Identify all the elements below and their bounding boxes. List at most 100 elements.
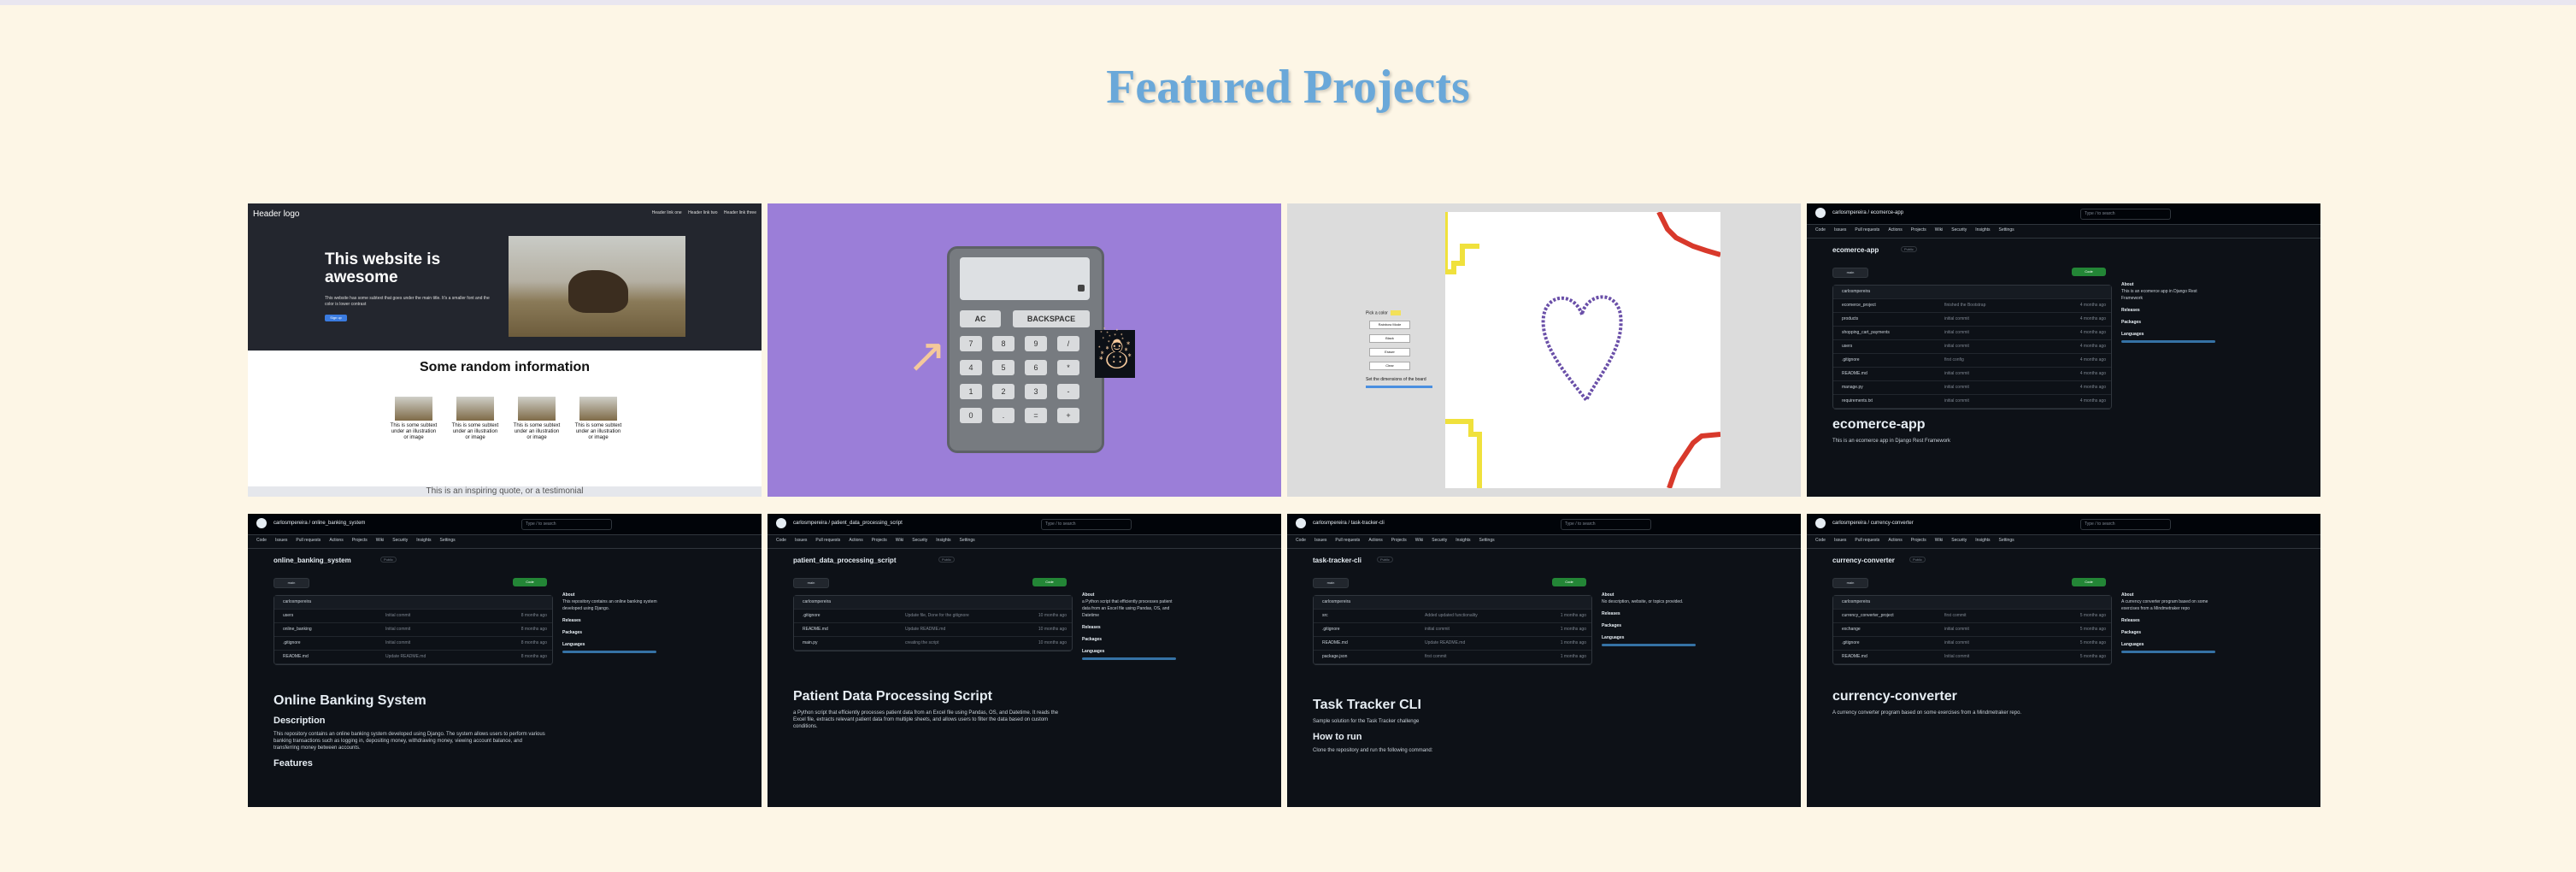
file-time: 4 months ago [2079, 385, 2106, 390]
file-time: 1 months ago [1560, 640, 1586, 645]
project-card-patient-data[interactable]: carlosmpereira / patient_data_processing… [768, 514, 1281, 807]
repo-name: currency-converter [1832, 557, 1895, 564]
branch-selector: main [1832, 578, 1868, 588]
breadcrumb-repo: currency-converter [1870, 521, 1914, 526]
file-time: 4 months ago [2079, 330, 2106, 335]
github-icon [1296, 518, 1306, 528]
project-card-ecomerce-app[interactable]: carlosmpereira / ecomerce-app Type / to … [1807, 203, 2320, 497]
tab-settings: Settings [1998, 538, 2014, 543]
breadcrumb: carlosmpereira / patient_data_processing… [793, 521, 903, 526]
file-name: README.md [1842, 654, 1867, 659]
drawing-canvas [1443, 210, 1721, 489]
project-card-calculator[interactable]: ↗ AC BACKSPACE 7 8 9 / 4 5 6 * 1 2 3 - 0… [768, 203, 1281, 497]
project-card-website[interactable]: Header logo Header link one Header link … [248, 203, 762, 497]
tab-divider [1287, 548, 1801, 549]
file-list: carlosmpereira src Added updated function… [1313, 595, 1592, 665]
file-row: ecomerce_project finished the Bootstrap 4 … [1833, 299, 2111, 313]
releases-heading: Releases [562, 618, 581, 623]
repo-tabs: Code Issues Pull requests Actions Projects Wi… [776, 538, 984, 543]
calc-key: 9 [1025, 336, 1047, 351]
github-icon[interactable]: ☃ [1095, 330, 1135, 378]
repo-tabs: Code Issues Pull requests Actions Projects Wi… [256, 538, 464, 543]
tab-pull-requests: Pull requests [1335, 538, 1361, 543]
file-time: 4 months ago [2079, 371, 2106, 376]
language-bar [2121, 340, 2215, 343]
breadcrumb-owner: carlosmpereira [1832, 521, 1867, 526]
file-time: 4 months ago [2079, 344, 2106, 349]
tab-settings: Settings [1998, 227, 2014, 233]
about-text: This is an ecomerce app in Django Rest F… [2121, 289, 2197, 301]
file-time: 8 months ago [520, 627, 547, 632]
language-bar [1602, 644, 1696, 646]
file-message: initial commit [1944, 371, 1969, 376]
readme-text: Sample solution for the Task Tracker cha… [1313, 719, 1420, 724]
tab-divider [1807, 548, 2320, 549]
file-time: 4 months ago [2079, 316, 2106, 321]
project-card-task-tracker[interactable]: carlosmpereira / task-tracker-cli Type /… [1287, 514, 1801, 807]
commit-author: carlosmpereira [1322, 599, 1351, 604]
readme-section: Task Tracker CLI Sample solution for the… [1313, 698, 1586, 754]
project-card-etch-a-sketch[interactable]: Pick a color Rainbow Mode Black Eraser C… [1287, 203, 1801, 497]
file-row: exchange initial commit 5 months ago [1833, 623, 2111, 637]
tab-projects: Projects [1910, 538, 1926, 543]
project-card-currency-converter[interactable]: carlosmpereira / currency-converter Type… [1807, 514, 2320, 807]
file-row: main.py creating the script 10 months ago [794, 637, 1072, 651]
tab-projects: Projects [351, 538, 368, 543]
yellow-stroke-top [1443, 212, 1479, 274]
breadcrumb-repo: ecomerce-app [1870, 210, 1904, 215]
file-name: README.md [1322, 640, 1348, 645]
file-list: carlosmpereira currency_converter_projec… [1832, 595, 2112, 665]
file-message: first config [1944, 357, 1964, 362]
info-caption: This is some subtext under an illustrati… [513, 423, 561, 440]
tab-projects: Projects [1391, 538, 1407, 543]
file-row: README.md Update README.md 1 months ago [1314, 637, 1591, 651]
header-link: Header link three [723, 210, 756, 215]
tab-wiki: Wiki [1934, 227, 1944, 233]
commit-header: carlosmpereira [1314, 596, 1591, 610]
tab-wiki: Wiki [895, 538, 904, 543]
file-name: users [283, 613, 294, 618]
project-card-online-banking[interactable]: carlosmpereira / online_banking_system T… [248, 514, 762, 807]
releases-heading: Releases [1082, 625, 1101, 630]
tab-issues: Issues [1314, 538, 1327, 543]
breadcrumb-repo: online_banking_system [311, 521, 366, 526]
file-row: shopping_cart_payments initial commit 4 mo… [1833, 327, 2111, 340]
info-image [579, 397, 617, 421]
drawing-strokes [1443, 210, 1721, 489]
tab-insights: Insights [416, 538, 432, 543]
tab-code: Code [1815, 227, 1826, 233]
info-image [518, 397, 556, 421]
code-button: Code [2072, 578, 2106, 586]
external-link-icon[interactable]: ↗ [907, 332, 947, 380]
file-list: carlosmpereira ecomerce_project finished … [1832, 285, 2112, 409]
readme-text: This is an ecomerce app in Django Rest F… [1832, 439, 1951, 444]
tab-actions: Actions [1888, 227, 1903, 233]
readme-title: ecomerce-app [1832, 417, 1926, 432]
about-heading: About [1082, 592, 1095, 598]
red-stroke-top [1656, 210, 1721, 257]
tab-actions: Actions [329, 538, 344, 543]
file-name: .gitignore [1842, 640, 1860, 645]
breadcrumb: carlosmpereira / online_banking_system [273, 521, 366, 526]
branch-selector: main [1832, 268, 1868, 278]
file-time: 5 months ago [2079, 640, 2106, 645]
file-row: .gitignore first config 4 months ago [1833, 354, 2111, 368]
file-name: exchange [1842, 627, 1861, 632]
tab-code: Code [1815, 538, 1826, 543]
file-time: 10 months ago [1038, 613, 1067, 618]
file-row: README.md Update README.md 10 months ago [794, 623, 1072, 637]
repo-name: patient_data_processing_script [793, 557, 897, 564]
info-caption: This is some subtext under an illustrati… [390, 423, 438, 440]
languages-heading: Languages [1082, 649, 1105, 654]
top-strip [0, 0, 2576, 5]
size-slider [1366, 386, 1432, 389]
commit-author: carlosmpereira [283, 599, 312, 604]
file-time: 5 months ago [2079, 613, 2106, 618]
public-badge: Public [938, 557, 955, 563]
calc-key: 7 [960, 336, 982, 351]
tab-pull-requests: Pull requests [1855, 538, 1880, 543]
about-sidebar: About This repository contains an online… [562, 586, 661, 653]
commit-author: carlosmpereira [1842, 599, 1871, 604]
commit-header: carlosmpereira [274, 596, 552, 610]
tab-projects: Projects [871, 538, 887, 543]
